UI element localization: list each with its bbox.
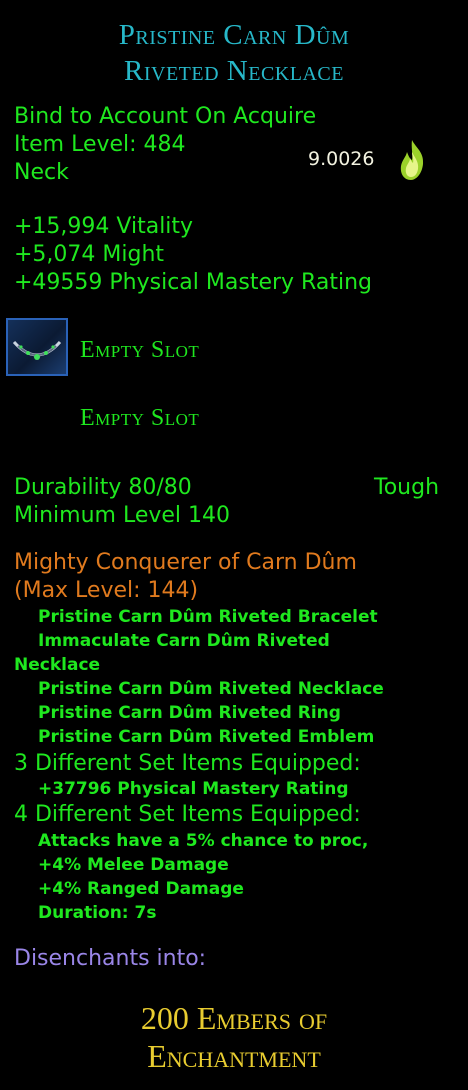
disenchant-result-line1: 200 Embers of <box>140 1000 328 1036</box>
set-bonus-4-line: Duration: 7s <box>38 903 157 923</box>
item-tooltip: Pristine Carn Dûm Riveted Necklace Bind … <box>0 0 468 1090</box>
set-bonus-4-line: +4% Melee Damage <box>38 855 229 875</box>
item-slot: Neck <box>14 160 69 185</box>
disenchant-label: Disenchants into: <box>14 946 207 971</box>
set-bonus-4-header: 4 Different Set Items Equipped: <box>14 802 361 827</box>
set-bonus-3-header: 3 Different Set Items Equipped: <box>14 751 361 776</box>
set-max-level: (Max Level: 144) <box>14 578 199 603</box>
set-item-wrap: Necklace <box>14 655 101 675</box>
set-item: Pristine Carn Dûm Riveted Necklace <box>38 679 384 699</box>
durability: Durability 80/80 <box>14 475 192 500</box>
flame-icon <box>400 140 424 180</box>
item-title-line2: Riveted Necklace <box>124 55 344 87</box>
set-bonus-4-line: +4% Ranged Damage <box>38 879 244 899</box>
set-item: Pristine Carn Dûm Riveted Bracelet <box>38 607 378 627</box>
stat-might: +5,074 Might <box>14 242 165 267</box>
set-bonus-3-line: +37796 Physical Mastery Rating <box>38 779 349 799</box>
set-item: Pristine Carn Dûm Riveted Emblem <box>38 727 375 747</box>
necklace-slot-icon[interactable] <box>6 318 68 376</box>
set-item: Immaculate Carn Dûm Riveted <box>38 631 330 651</box>
item-title-line1: Pristine Carn Dûm <box>118 19 350 51</box>
stat-physical-mastery: +49559 Physical Mastery Rating <box>14 270 372 295</box>
set-name: Mighty Conquerer of Carn Dûm <box>14 550 357 575</box>
item-level: Item Level: 484 <box>14 132 186 157</box>
essence-slot-2[interactable]: Empty Slot <box>80 405 199 432</box>
set-bonus-4-line: Attacks have a 5% chance to proc, <box>38 831 369 851</box>
durability-type: Tough <box>374 475 440 500</box>
disenchant-result-line2: Enchantment <box>147 1038 321 1074</box>
stat-vitality: +15,994 Vitality <box>14 214 194 239</box>
value-score: 9.0026 <box>308 148 375 170</box>
essence-slot-1[interactable]: Empty Slot <box>80 337 199 364</box>
bind-text: Bind to Account On Acquire <box>14 104 317 129</box>
minimum-level: Minimum Level 140 <box>14 503 231 528</box>
set-item: Pristine Carn Dûm Riveted Ring <box>38 703 341 723</box>
